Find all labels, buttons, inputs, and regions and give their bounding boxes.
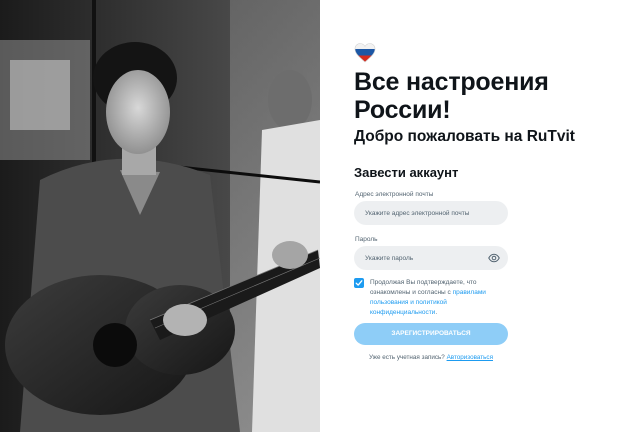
headline: Все настроения России! bbox=[354, 68, 624, 124]
checkmark-icon bbox=[355, 280, 363, 286]
login-prompt: Уже есть учетная запись? Авторизоваться bbox=[320, 354, 542, 361]
register-button[interactable]: ЗАРЕГИСТРИРОВАТЬСЯ bbox=[354, 323, 508, 345]
password-label: Пароль bbox=[355, 236, 378, 243]
headline-line-2: России! bbox=[354, 96, 451, 124]
eye-icon[interactable] bbox=[488, 252, 500, 264]
create-account-heading: Завести аккаунт bbox=[354, 165, 459, 180]
email-label: Адрес электронной почты bbox=[355, 191, 434, 198]
russia-flag-heart-icon bbox=[354, 43, 376, 63]
terms-text-end: . bbox=[435, 309, 438, 316]
login-text: Уже есть учетная запись? bbox=[369, 354, 447, 361]
terms-checkbox[interactable] bbox=[354, 278, 364, 288]
headline-line-1: Все настроения bbox=[354, 68, 549, 96]
email-input[interactable] bbox=[354, 201, 508, 225]
welcome-title: Добро пожаловать на RuTvit bbox=[354, 128, 575, 145]
hero-photo bbox=[0, 0, 320, 432]
terms-text: Продолжая Вы подтверждаете, что ознакомл… bbox=[370, 278, 510, 318]
login-link[interactable]: Авторизоваться bbox=[447, 354, 493, 361]
signup-panel: Все настроения России! Добро пожаловать … bbox=[320, 0, 640, 432]
password-input[interactable] bbox=[354, 246, 508, 270]
